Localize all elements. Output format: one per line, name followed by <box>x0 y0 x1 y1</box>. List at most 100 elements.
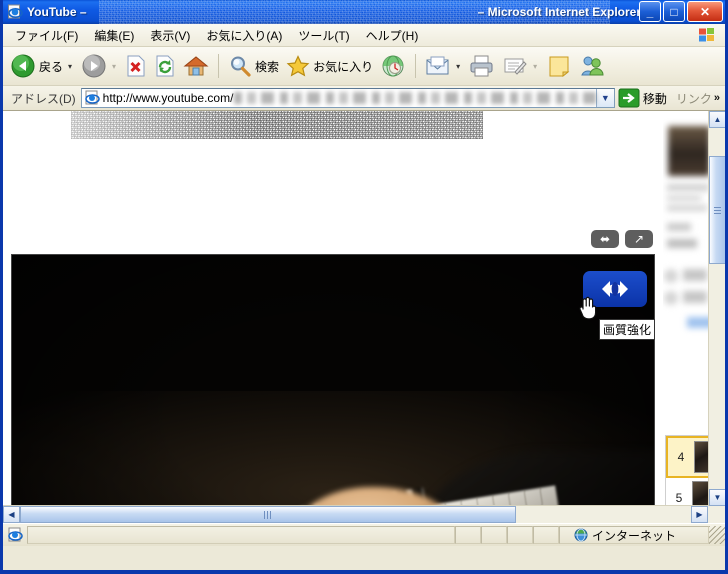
back-label: 戻る <box>39 59 64 74</box>
notes-button[interactable] <box>543 50 575 82</box>
menu-item-tools[interactable]: ツール(T) <box>290 25 357 46</box>
playlist-item-number: 4 <box>677 450 685 464</box>
url-text: http://www.youtube.com/ <box>102 91 234 105</box>
go-button[interactable]: 移動 <box>615 87 673 109</box>
address-bar: アドレス(D) http://www.youtube.com/ ▼ 移動 リンク… <box>3 86 725 111</box>
messenger-button[interactable] <box>576 50 608 82</box>
fullpage-expand-button[interactable]: ↗ <box>625 230 653 248</box>
edit-dropdown-caret[interactable]: ▾ <box>533 62 537 71</box>
minimize-button[interactable]: _ <box>639 1 661 22</box>
page-icon <box>84 90 100 105</box>
sidebar-text-line <box>667 205 707 211</box>
maximize-button[interactable]: □ <box>663 1 685 22</box>
mail-dropdown-caret[interactable]: ▾ <box>456 62 460 71</box>
scroll-up-button[interactable]: ▲ <box>709 111 725 128</box>
status-cell <box>507 526 533 544</box>
toolbar-separator-2 <box>415 54 417 78</box>
search-label: 検索 <box>255 59 280 74</box>
forward-button[interactable]: ▾ <box>78 50 121 82</box>
search-button[interactable]: 検索 <box>225 50 282 82</box>
page-content: ⬌ ↗ 画質強化 4 5 <box>3 111 708 506</box>
favorites-label: お気に入り <box>313 59 374 74</box>
video-surface[interactable] <box>12 255 654 506</box>
internet-explorer-icon <box>8 527 23 542</box>
scrollbar-corner <box>708 506 725 523</box>
enhance-quality-button[interactable] <box>583 271 647 307</box>
links-button[interactable]: リンク » <box>673 90 723 107</box>
chevron-down-icon[interactable]: ▼ <box>595 89 614 107</box>
toolbar-separator-1 <box>218 54 220 78</box>
close-button[interactable]: ✕ <box>687 1 723 22</box>
resize-grip[interactable] <box>709 526 725 544</box>
messenger-icon <box>581 56 604 76</box>
url-redacted-region <box>234 92 596 104</box>
media-button[interactable] <box>377 50 409 82</box>
home-icon <box>183 56 209 76</box>
print-button[interactable] <box>466 50 498 82</box>
back-button[interactable]: 戻る ▾ <box>7 50 77 82</box>
links-label: リンク <box>675 91 712 106</box>
playlist-item-thumbnail[interactable] <box>694 441 708 473</box>
eye-enhance-icon <box>602 281 628 297</box>
sidebar-text-line <box>667 195 701 201</box>
address-input[interactable]: http://www.youtube.com/ ▼ <box>80 88 615 108</box>
browser-window: YouTube – – Microsoft Internet Explorer … <box>0 0 728 574</box>
status-message-area <box>27 526 455 544</box>
edit-button[interactable]: ▾ <box>499 50 542 82</box>
video-size-buttons: ⬌ ↗ <box>591 230 653 248</box>
scroll-right-button[interactable]: ▶ <box>691 506 708 523</box>
favorites-button[interactable]: お気に入り <box>283 50 376 82</box>
status-bar: インターネット <box>3 523 725 546</box>
vertical-scrollbar[interactable]: ▲ ▼ <box>708 111 725 506</box>
menu-item-favorites[interactable]: お気に入り(A) <box>198 25 290 46</box>
print-icon <box>470 55 493 77</box>
page-viewport: ⬌ ↗ 画質強化 4 5 ▲ ▼ ◀ ▶ <box>3 111 725 523</box>
internet-explorer-icon <box>8 4 23 19</box>
horizontal-scroll-thumb[interactable] <box>20 506 516 523</box>
back-dropdown-caret[interactable]: ▾ <box>68 62 72 71</box>
chevron-double-right-icon[interactable]: » <box>714 92 720 104</box>
menu-item-view[interactable]: 表示(V) <box>142 25 198 46</box>
status-cell <box>481 526 507 544</box>
window-title-right: – Microsoft Internet Explorer <box>477 5 641 19</box>
vertical-scroll-thumb[interactable] <box>709 156 725 264</box>
horizontal-scrollbar[interactable]: ◀ ▶ <box>3 505 708 523</box>
refresh-button[interactable] <box>151 50 179 82</box>
redacted-title-band <box>71 111 483 139</box>
playlist-item-thumbnail[interactable] <box>692 481 708 506</box>
sidebar-button[interactable] <box>687 317 708 328</box>
video-vignette <box>12 255 654 506</box>
scroll-grip-icon <box>263 510 273 519</box>
refresh-icon <box>156 55 174 77</box>
menu-item-edit[interactable]: 編集(E) <box>86 25 142 46</box>
playlist-item-5[interactable]: 5 <box>666 478 708 506</box>
security-zone-indicator[interactable]: インターネット <box>559 526 709 544</box>
windows-flag-logo <box>699 28 714 42</box>
go-label: 移動 <box>642 91 667 106</box>
forward-dropdown-caret[interactable]: ▾ <box>112 62 116 71</box>
menu-item-file[interactable]: ファイル(F) <box>7 25 86 46</box>
video-player[interactable]: 05:51 / 10:36 <box>11 254 655 506</box>
home-button[interactable] <box>180 50 212 82</box>
star-icon <box>286 55 310 77</box>
status-cell <box>533 526 559 544</box>
security-zone-label: インターネット <box>592 528 677 543</box>
globe-icon <box>574 528 588 542</box>
menu-item-help[interactable]: ヘルプ(H) <box>358 25 427 46</box>
media-globe-icon <box>382 55 404 77</box>
notes-icon <box>549 56 570 78</box>
playlist-item-4[interactable]: 4 <box>666 436 708 478</box>
mail-button[interactable]: ▾ <box>422 50 465 82</box>
scroll-grip-icon <box>714 206 721 214</box>
stop-button[interactable] <box>122 50 150 82</box>
sidebar-thumbnail[interactable] <box>668 126 708 176</box>
widescreen-toggle-button[interactable]: ⬌ <box>591 230 619 248</box>
sidebar-text-line <box>683 291 707 303</box>
scroll-left-button[interactable]: ◀ <box>3 506 20 523</box>
forward-arrow-icon <box>82 54 106 78</box>
scroll-down-button[interactable]: ▼ <box>709 489 725 506</box>
playlist: 4 5 <box>665 435 708 506</box>
playlist-item-number: 5 <box>675 491 683 505</box>
enhance-tooltip: 画質強化 <box>599 319 656 340</box>
sidebar-text-line <box>667 223 691 231</box>
